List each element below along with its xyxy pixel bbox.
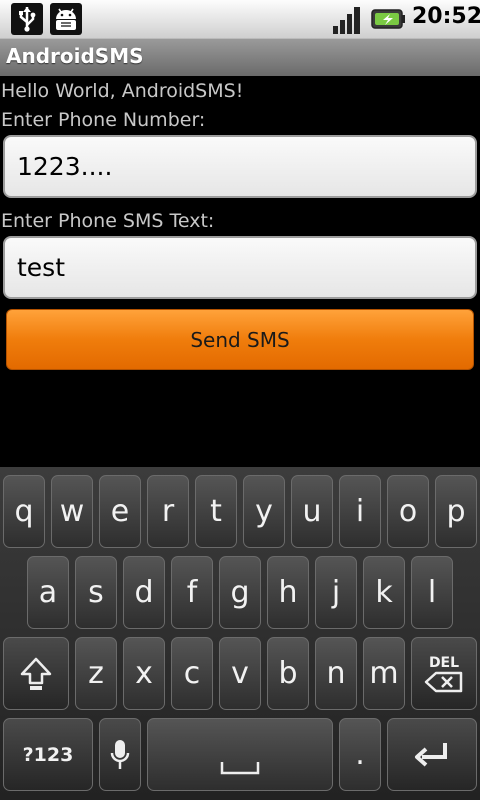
- key-h[interactable]: h: [267, 556, 309, 629]
- key-label: .: [355, 737, 365, 772]
- app-title: AndroidSMS: [6, 44, 144, 68]
- key-r[interactable]: r: [147, 475, 189, 548]
- app-title-bar: AndroidSMS: [0, 38, 480, 76]
- key-label: r: [161, 494, 175, 529]
- key-u[interactable]: u: [291, 475, 333, 548]
- hello-text: Hello World, AndroidSMS!: [1, 80, 244, 102]
- key-x[interactable]: x: [123, 637, 165, 710]
- shift-key[interactable]: [3, 637, 69, 710]
- backspace-icon: [424, 671, 463, 692]
- key-period[interactable]: .: [339, 718, 381, 791]
- key-p[interactable]: p: [435, 475, 477, 548]
- key-label: o: [398, 494, 418, 529]
- status-time: 20:52: [412, 4, 480, 29]
- key-label: s: [88, 575, 104, 610]
- enter-key[interactable]: [387, 718, 477, 791]
- key-o[interactable]: o: [387, 475, 429, 548]
- key-m[interactable]: m: [363, 637, 405, 710]
- key-j[interactable]: j: [315, 556, 357, 629]
- key-label: a: [38, 575, 58, 610]
- sms-text-label: Enter Phone SMS Text:: [1, 210, 215, 232]
- key-label: x: [135, 656, 153, 691]
- key-label: f: [186, 575, 198, 610]
- android-debug-icon: [50, 3, 82, 35]
- key-l[interactable]: l: [411, 556, 453, 629]
- key-label: h: [278, 575, 298, 610]
- microphone-icon: [110, 739, 130, 769]
- key-k[interactable]: k: [363, 556, 405, 629]
- send-sms-button[interactable]: Send SMS: [6, 309, 474, 370]
- key-w[interactable]: w: [51, 475, 93, 548]
- symbols-key-label: ?123: [22, 743, 74, 766]
- key-e[interactable]: e: [99, 475, 141, 548]
- key-i[interactable]: i: [339, 475, 381, 548]
- sms-text-value: test: [17, 253, 66, 282]
- key-label: v: [231, 656, 249, 691]
- enter-icon: [415, 742, 447, 766]
- key-s[interactable]: s: [75, 556, 117, 629]
- key-label: y: [255, 494, 273, 529]
- key-label: c: [183, 656, 201, 691]
- key-label: p: [446, 494, 466, 529]
- key-n[interactable]: n: [315, 637, 357, 710]
- voice-input-key[interactable]: [99, 718, 141, 791]
- send-sms-button-label: Send SMS: [190, 327, 290, 352]
- key-label: z: [88, 656, 104, 691]
- key-d[interactable]: d: [123, 556, 165, 629]
- key-label: l: [427, 575, 437, 610]
- shift-icon: [20, 657, 52, 690]
- space-bar-icon: [220, 761, 260, 774]
- key-label: b: [278, 656, 298, 691]
- delete-key[interactable]: DEL: [411, 637, 477, 710]
- battery-charging-icon: [371, 9, 405, 29]
- key-t[interactable]: t: [195, 475, 237, 548]
- key-label: d: [134, 575, 154, 610]
- sms-text-input[interactable]: test: [3, 236, 477, 299]
- phone-number-value: 1223....: [17, 152, 113, 181]
- space-key[interactable]: [147, 718, 333, 791]
- key-label: u: [302, 494, 322, 529]
- key-c[interactable]: c: [171, 637, 213, 710]
- key-a[interactable]: a: [27, 556, 69, 629]
- key-label: t: [210, 494, 222, 529]
- key-label: w: [59, 494, 85, 529]
- soft-keyboard: q w e r t y u i o p a s d f g h j k l z …: [0, 467, 480, 800]
- symbols-key[interactable]: ?123: [3, 718, 93, 791]
- key-b[interactable]: b: [267, 637, 309, 710]
- key-label: j: [331, 575, 341, 610]
- key-y[interactable]: y: [243, 475, 285, 548]
- delete-key-label: DEL: [428, 654, 460, 671]
- key-label: m: [369, 656, 399, 691]
- key-label: g: [230, 575, 250, 610]
- key-f[interactable]: f: [171, 556, 213, 629]
- key-v[interactable]: v: [219, 637, 261, 710]
- usb-icon: [11, 3, 43, 35]
- key-label: k: [375, 575, 393, 610]
- key-g[interactable]: g: [219, 556, 261, 629]
- key-label: e: [110, 494, 130, 529]
- signal-icon: [333, 7, 360, 34]
- phone-number-label: Enter Phone Number:: [1, 109, 206, 131]
- status-bar: 20:52: [0, 0, 480, 38]
- key-label: q: [14, 494, 34, 529]
- key-q[interactable]: q: [3, 475, 45, 548]
- key-label: i: [355, 494, 365, 529]
- key-z[interactable]: z: [75, 637, 117, 710]
- key-label: n: [326, 656, 346, 691]
- phone-number-input[interactable]: 1223....: [3, 135, 477, 198]
